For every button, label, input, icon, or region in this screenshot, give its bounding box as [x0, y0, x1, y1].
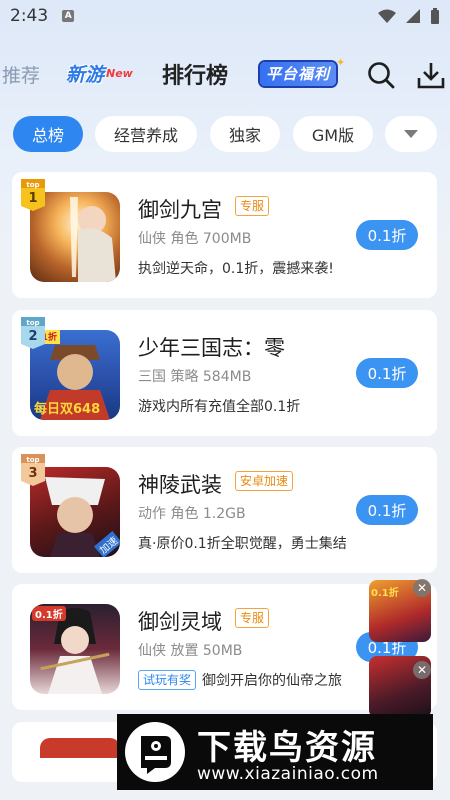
floating-ad-corner: 0.1折 [371, 588, 399, 599]
top-tab-bar: 推荐 新游 New 排行榜 平台福利 ✦ [0, 50, 450, 98]
game-card[interactable]: 加速 top 3 神陵武装 安卓加速 动作 角色 1.2GB 真·原价0.1折全… [12, 447, 437, 573]
game-meta: 三国 策略 584MB [138, 369, 252, 385]
game-meta: 动作 角色 1.2GB [138, 506, 246, 522]
game-description: 真·原价0.1折全职觉醒，勇士集结 [138, 536, 347, 552]
tab-recommend[interactable]: 推荐 [2, 61, 40, 88]
tab-new-games-label: 新游 [66, 64, 105, 86]
filter-chip-all[interactable]: 总榜 [13, 116, 83, 152]
icon-corner-label: 0.1折 [32, 606, 66, 621]
game-meta: 仙侠 角色 700MB [138, 231, 252, 247]
tab-ranking[interactable]: 排行榜 [162, 58, 228, 90]
game-title: 御剑灵域 [138, 610, 222, 634]
game-icon: 0.1折 [30, 604, 120, 694]
game-description: 御剑开启你的仙帝之旅 [202, 673, 342, 689]
discount-button[interactable]: 0.1折 [356, 495, 418, 525]
rank-number: 1 [28, 191, 38, 206]
rank-badge: top 2 [20, 316, 46, 350]
filter-chip-management[interactable]: 经营养成 [95, 116, 197, 152]
game-tag: 安卓加速 [235, 471, 294, 491]
watermark-title: 下载鸟资源 [197, 728, 377, 768]
discount-button[interactable]: 0.1折 [356, 358, 418, 388]
download-icon[interactable] [416, 60, 446, 90]
game-tag: 专服 [235, 608, 270, 628]
watermark-banner: 下载鸟资源 www.xiazainiao.com [117, 714, 433, 790]
rank-badge: top 3 [20, 453, 46, 487]
game-title: 少年三国志：零 [138, 336, 285, 360]
rank-badge-top: top [26, 319, 40, 327]
close-icon[interactable]: ✕ [413, 661, 431, 679]
game-description: 执剑逆天命，0.1折，震撼来袭! [138, 261, 334, 277]
filter-more-button[interactable] [385, 116, 437, 152]
bird-logo-icon [125, 722, 185, 782]
close-icon[interactable]: ✕ [413, 579, 431, 597]
game-icon [40, 738, 120, 758]
battery-icon [431, 8, 439, 24]
filter-chip-gm[interactable]: GM版 [293, 116, 373, 152]
rank-badge: top 1 [20, 178, 46, 212]
notification-icon: A [62, 10, 75, 22]
rank-badge-top: top [26, 181, 40, 189]
status-bar: 2:43 A [0, 0, 450, 32]
filter-chip-row: 总榜 经营养成 独家 GM版 [0, 116, 450, 154]
watermark-url: www.xiazainiao.com [197, 764, 379, 784]
tab-new-games[interactable]: 新游 New [66, 60, 133, 87]
wifi-icon [378, 9, 396, 23]
game-title: 御剑九宫 [138, 198, 222, 222]
chevron-down-icon [404, 130, 418, 138]
game-tag: 专服 [235, 196, 270, 216]
game-title: 神陵武装 [138, 473, 222, 497]
signal-icon [406, 9, 420, 23]
rank-badge-top: top [26, 456, 40, 464]
tab-platform-welfare[interactable]: 平台福利 [260, 62, 337, 86]
game-card[interactable]: top 1 御剑九宫 专服 仙侠 角色 700MB 执剑逆天命，0.1折，震撼来… [12, 172, 437, 298]
icon-bottom-label: 每日双648 [34, 402, 101, 417]
search-icon[interactable] [366, 60, 396, 90]
game-meta: 仙侠 放置 50MB [138, 643, 243, 659]
rank-number: 2 [28, 329, 38, 344]
new-badge: New [106, 67, 133, 80]
status-time: 2:43 [10, 6, 49, 26]
filter-chip-exclusive[interactable]: 独家 [210, 116, 280, 152]
game-description: 游戏内所有充值全部0.1折 [138, 399, 301, 415]
sparkle-icon: ✦ [336, 56, 346, 69]
game-card[interactable]: 0.1折 每日双648 top 2 少年三国志：零 三国 策略 584MB 游戏… [12, 310, 437, 436]
rank-number: 3 [28, 466, 38, 481]
trial-reward-badge: 试玩有奖 [138, 670, 197, 690]
discount-button[interactable]: 0.1折 [356, 220, 418, 250]
